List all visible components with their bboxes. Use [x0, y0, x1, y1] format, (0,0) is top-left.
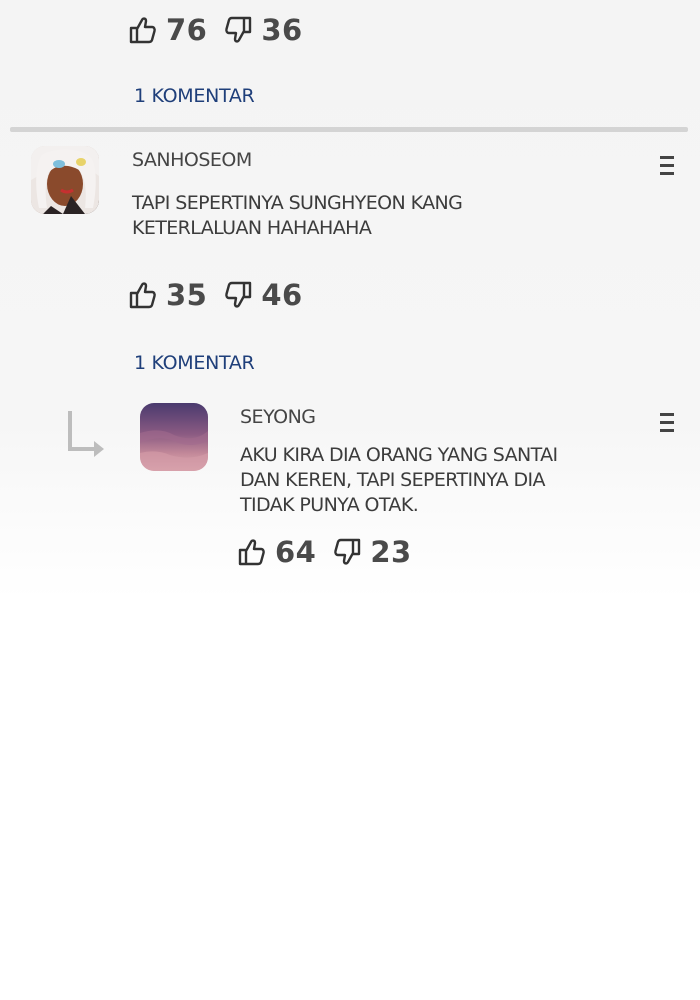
thumbs-down-icon[interactable]: [223, 15, 253, 45]
comment-text-line: KETERLALUAN HAHAHAHA: [132, 217, 372, 239]
reply-text-line: TIDAK PUNYA OTAK.: [240, 494, 419, 516]
view-replies-link[interactable]: 1 KOMENTAR: [134, 352, 255, 374]
reply-text-line: AKU KIRA DIA ORANG YANG SANTAI: [240, 444, 558, 466]
view-replies-link[interactable]: 1 KOMENTAR: [134, 85, 255, 107]
like-count: 64: [275, 535, 317, 569]
top-comment-votes: 76 36: [128, 12, 319, 48]
avatar[interactable]: [31, 146, 99, 214]
comment-text: TAPI SEPERTINYA SUNGHYEON KANG KETERLALU…: [132, 191, 463, 241]
dislike-count: 46: [261, 278, 303, 312]
comment-text-line: TAPI SEPERTINYA SUNGHYEON KANG: [132, 192, 463, 214]
like-count: 35: [166, 278, 208, 312]
more-options-icon[interactable]: [660, 156, 674, 178]
reply-votes: 64 23: [237, 534, 428, 570]
thumbs-up-icon[interactable]: [128, 15, 158, 45]
avatar[interactable]: [140, 403, 208, 471]
thumbs-up-icon[interactable]: [128, 280, 158, 310]
more-options-icon[interactable]: [660, 413, 674, 435]
thumbs-down-icon[interactable]: [223, 280, 253, 310]
divider: [10, 127, 688, 132]
comment-votes: 35 46: [128, 277, 319, 313]
reply-username[interactable]: SEYONG: [240, 406, 316, 428]
reply-text: AKU KIRA DIA ORANG YANG SANTAI DAN KEREN…: [240, 443, 558, 518]
comment-username[interactable]: SANHOSEOM: [132, 149, 252, 171]
dislike-count: 36: [261, 13, 303, 47]
reply-arrow-icon: [66, 409, 110, 466]
thumbs-up-icon[interactable]: [237, 537, 267, 567]
thumbs-down-icon[interactable]: [332, 537, 362, 567]
reply-text-line: DAN KEREN, TAPI SEPERTINYA DIA: [240, 469, 546, 491]
dislike-count: 23: [370, 535, 412, 569]
like-count: 76: [166, 13, 208, 47]
